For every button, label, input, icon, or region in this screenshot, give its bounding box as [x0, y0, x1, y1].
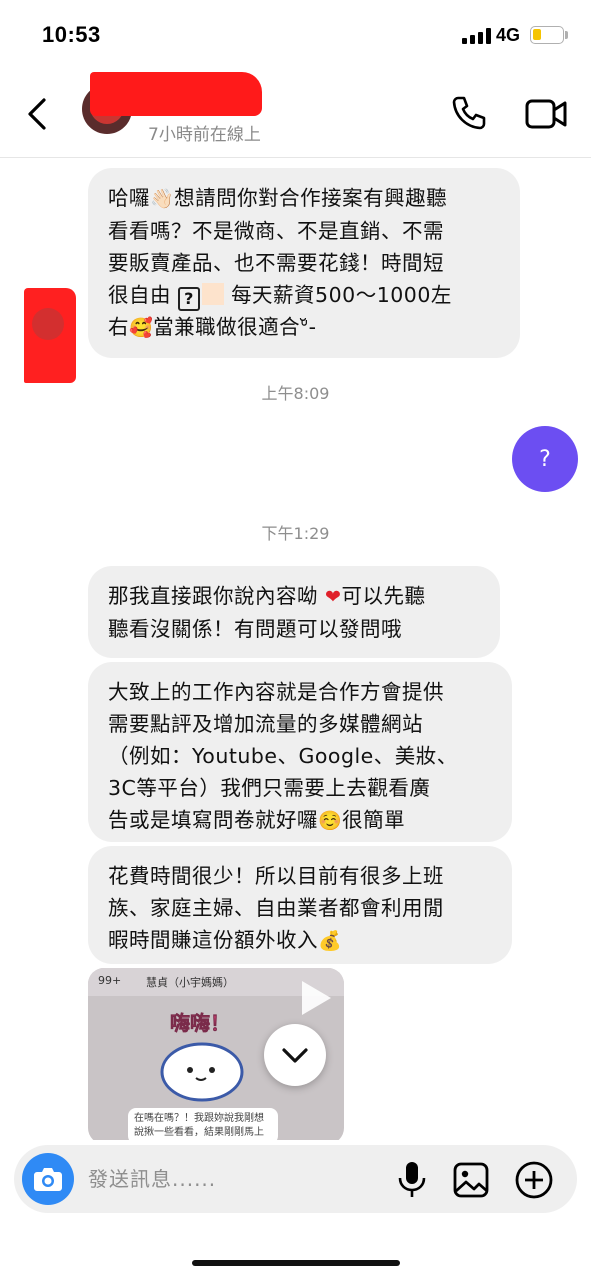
back-button[interactable] [18, 94, 58, 134]
message-line: 告或是填寫問卷就好囉☺️很簡單 [108, 804, 492, 837]
battery-icon [530, 26, 564, 44]
message-line: 那我直接跟你說內容呦 ❤可以先聽 [108, 580, 480, 613]
status-time: 10:53 [42, 22, 101, 47]
message-text: 想請問你對合作接案有興趣聽 [174, 186, 448, 210]
message-thread[interactable]: 哈囉👋🏻想請問你對合作接案有興趣聽 看看嗎？不是微商、不是直銷、不需 要販賣產品… [0, 158, 591, 1140]
timestamp: 下午1:29 [261, 524, 330, 543]
network-type: 4G [496, 25, 521, 45]
presence-status: 7小時前在線上 [148, 125, 261, 145]
preview-contact-name: 慧貞（小宇媽媽） [146, 976, 234, 989]
message-text: ? [539, 446, 551, 472]
message-text: 暇時間賺這份額外收入 [108, 928, 318, 952]
peach-square-emoji-icon [202, 283, 225, 305]
scroll-to-bottom-button[interactable] [264, 1024, 326, 1086]
message-bubble-1[interactable]: 哈囉👋🏻想請問你對合作接案有興趣聽 看看嗎？不是微商、不是直銷、不需 要販賣產品… [88, 168, 520, 358]
plus-circle-icon [515, 1161, 553, 1199]
message-line: 需要點評及增加流量的多媒體網站 [108, 712, 423, 736]
sticker-text: 嗨嗨！ [170, 1011, 230, 1035]
home-indicator[interactable] [192, 1260, 400, 1266]
image-icon [453, 1162, 489, 1198]
video-camera-icon [525, 99, 567, 129]
kaomoji-text: ᐡ̆- [300, 315, 317, 339]
message-bubble-4[interactable]: 花費時間很少！所以目前有很多上班 族、家庭主婦、自由業者都會利用閒 暇時間賺這份… [88, 846, 512, 964]
timestamp: 上午8:09 [261, 384, 330, 403]
microphone-button[interactable] [394, 1159, 430, 1199]
message-line: 花費時間很少！所以目前有很多上班 [108, 864, 444, 888]
message-text: 每天薪資500～1000左 [231, 283, 452, 307]
sticker-image: 嗨嗨！ [160, 1011, 244, 1102]
chat-header: 7小時前在線上 [0, 64, 591, 158]
smiling-hearts-emoji-icon: 🥰 [129, 317, 154, 339]
sender-avatar-redacted [24, 288, 76, 383]
preview-back-count: 99+ [98, 974, 122, 987]
message-line: 暇時間賺這份額外收入💰 [108, 924, 492, 957]
gallery-button[interactable] [452, 1161, 490, 1199]
message-text: 右 [108, 315, 129, 339]
waving-hand-emoji-icon: 👋🏻 [150, 188, 175, 210]
message-bubble-3[interactable]: 大致上的工作內容就是合作方會提供 需要點評及增加流量的多媒體網站 （例如：You… [88, 662, 512, 842]
chevron-down-icon [282, 1048, 308, 1063]
add-button[interactable] [514, 1160, 554, 1200]
money-bag-emoji-icon: 💰 [318, 930, 343, 952]
message-text: 很簡單 [342, 808, 406, 832]
message-line: 哈囉👋🏻想請問你對合作接案有興趣聽 [108, 182, 500, 215]
phone-icon [452, 96, 486, 130]
message-bubble-2[interactable]: 那我直接跟你說內容呦 ❤可以先聽 聽看沒關係！有問題可以發問哦 [88, 566, 500, 658]
message-line: 大致上的工作內容就是合作方會提供 [108, 680, 444, 704]
message-line: 右🥰當兼職做很適合ᐡ̆- [108, 311, 500, 344]
call-button[interactable] [450, 94, 488, 132]
question-box-emoji-icon: ? [178, 287, 201, 311]
microphone-icon [398, 1162, 426, 1197]
smiling-face-emoji-icon: ☺️ [318, 810, 343, 832]
camera-icon [34, 1168, 62, 1191]
chevron-left-icon [28, 98, 46, 130]
message-line: （例如：Youtube、Google、美妝、 [108, 744, 458, 768]
video-call-button[interactable] [524, 96, 568, 132]
message-text: 可以先聽 [341, 584, 426, 608]
play-icon [302, 981, 331, 1015]
message-line: 看看嗎？不是微商、不是直銷、不需 [108, 219, 444, 243]
message-line: 很自由 ? 每天薪資500～1000左 [108, 279, 500, 311]
message-text: 告或是填寫問卷就好囉 [108, 808, 318, 832]
battery-tip [565, 31, 568, 39]
message-composer [14, 1145, 577, 1213]
message-line: 聽看沒關係！有問題可以發問哦 [108, 617, 402, 641]
camera-button[interactable] [22, 1153, 74, 1205]
cellular-signal-icon [462, 28, 492, 44]
message-text: 那我直接跟你說內容呦 [108, 584, 318, 608]
outgoing-message-bubble[interactable]: ? [512, 426, 578, 492]
message-line: 3C等平台）我們只需要上去觀看廣 [108, 776, 431, 800]
red-heart-emoji-icon: ❤ [325, 586, 342, 608]
message-line: 族、家庭主婦、自由業者都會利用閒 [108, 896, 444, 920]
message-text: 哈囉 [108, 186, 150, 210]
message-input[interactable] [88, 1159, 368, 1199]
message-text: 很自由 [108, 283, 171, 307]
contact-name-redacted[interactable] [90, 72, 262, 116]
message-line: 要販賣產品、也不需要花錢！時間短 [108, 251, 444, 275]
status-bar: 10:53 4G [0, 0, 591, 64]
message-text: 當兼職做很適合 [153, 315, 301, 339]
preview-message-bubble: 在嗎在嗎？！我跟妳說我剛想說揪一些看看，結果剛剛馬上 [128, 1108, 278, 1140]
